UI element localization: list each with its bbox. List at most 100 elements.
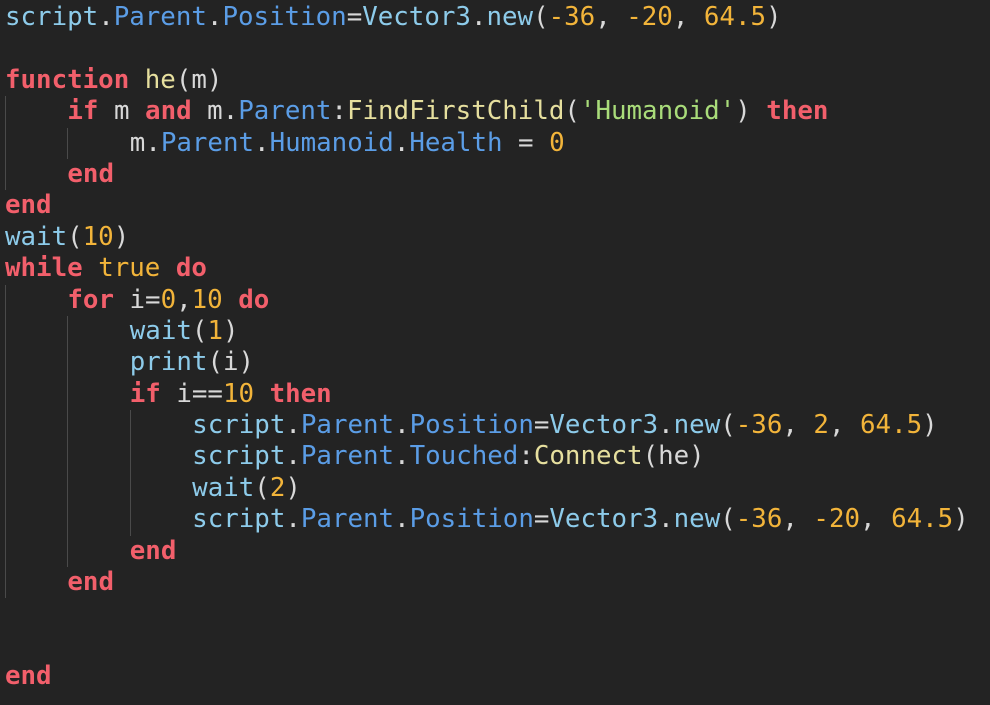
code-line[interactable]: script.Parent.Touched:Connect(he) [5,441,969,472]
code-token: new [673,410,721,441]
code-token: 2 [813,410,829,441]
code-line[interactable]: if m and m.Parent:FindFirstChild('Humano… [5,96,969,127]
code-token: Vector3 [549,410,659,441]
indent-guide [130,504,192,535]
code-token: Vector3 [362,2,471,32]
code-token: ) [922,410,938,441]
code-token: ) [113,221,130,252]
code-token: then [766,96,829,127]
code-token: 10 [191,284,223,315]
code-line[interactable]: for i=0,10 do [5,285,969,316]
code-line[interactable]: print(i) [5,347,969,378]
code-token: script [5,2,99,32]
code-token: Parent [238,96,332,127]
code-token: true [98,253,161,284]
code-line[interactable]: script.Parent.Position=Vector3.new(-36, … [5,410,969,441]
code-token: . [394,504,410,535]
code-line[interactable]: wait(2) [5,473,969,504]
code-token: 'Humanoid' [579,96,736,127]
code-token: 0 [549,127,565,158]
code-token: = [533,410,550,441]
code-token: . [285,504,301,535]
code-token: end [5,190,52,221]
code-token: Position [409,504,534,535]
code-line[interactable]: end [5,567,969,598]
code-line[interactable] [5,33,969,64]
code-token: ( [564,96,580,127]
indent-guide [67,441,129,472]
code-token: end [129,535,177,566]
code-line[interactable]: while true do [5,253,969,284]
code-line[interactable]: end [5,536,969,567]
code-token: , [176,284,192,315]
code-token: . [145,127,161,158]
code-token: ( [175,64,192,95]
code-token: do [238,284,270,315]
code-token: i [222,347,239,378]
code-token: . [470,2,487,32]
code-line[interactable]: script.Parent.Position=Vector3.new(-36, … [5,504,969,535]
code-token: m [191,64,207,95]
code-token: = [533,504,550,535]
code-token: end [67,158,114,189]
code-token: . [394,410,410,441]
code-token: ( [254,472,270,503]
code-token: i [113,284,146,315]
indent-guide [67,536,129,567]
indent-guide [130,410,192,441]
code-token: function [5,64,130,95]
code-token: Parent [300,410,395,441]
code-line[interactable]: wait(1) [5,316,969,347]
code-token: 2 [269,472,286,503]
code-token: ( [207,347,223,378]
indent-guide [5,96,67,127]
code-token: . [658,504,674,535]
code-token: ( [720,410,736,441]
code-token: for [67,284,114,315]
code-token: -20 [626,2,673,32]
code-token: = [145,284,161,315]
code-line[interactable]: function he(m) [5,65,969,96]
code-line[interactable]: if i==10 then [5,379,969,410]
code-token: print [129,347,208,378]
indent-guide [5,567,67,598]
code-token: end [67,567,114,598]
code-token: i [160,378,192,409]
code-token: m [98,96,146,127]
code-token: . [393,127,410,158]
code-line[interactable]: wait(10) [5,222,969,253]
code-token: while [5,253,83,284]
code-token: ) [953,504,969,535]
code-token: , [828,410,861,441]
code-token: m [191,96,223,127]
code-token: ( [67,221,83,252]
code-token: he [658,441,690,472]
code-line[interactable]: script.Parent.Position=Vector3.new(-36, … [5,2,969,33]
code-token: ) [238,347,255,378]
code-line[interactable] [5,630,969,661]
code-token: ) [735,96,767,127]
code-editor[interactable]: script.Parent.Position=Vector3.new(-36, … [5,2,969,693]
indent-guide [5,379,67,410]
code-line[interactable]: end [5,159,969,190]
code-token: . [254,127,270,158]
code-token: Humanoid [269,127,394,158]
code-line[interactable]: end [5,190,969,221]
code-line[interactable] [5,598,969,629]
code-token: ) [206,64,223,95]
indent-guide [5,285,67,316]
code-token: and [145,96,192,127]
code-line[interactable]: end [5,661,969,692]
code-token: new [486,2,534,32]
code-token: 10 [82,221,114,252]
code-token: ) [689,441,705,472]
code-line[interactable]: m.Parent.Humanoid.Health = 0 [5,128,969,159]
indent-guide [5,410,67,441]
code-token: -20 [813,504,861,535]
code-token: wait [192,472,255,503]
code-token: new [673,504,721,535]
indent-guide [67,504,129,535]
